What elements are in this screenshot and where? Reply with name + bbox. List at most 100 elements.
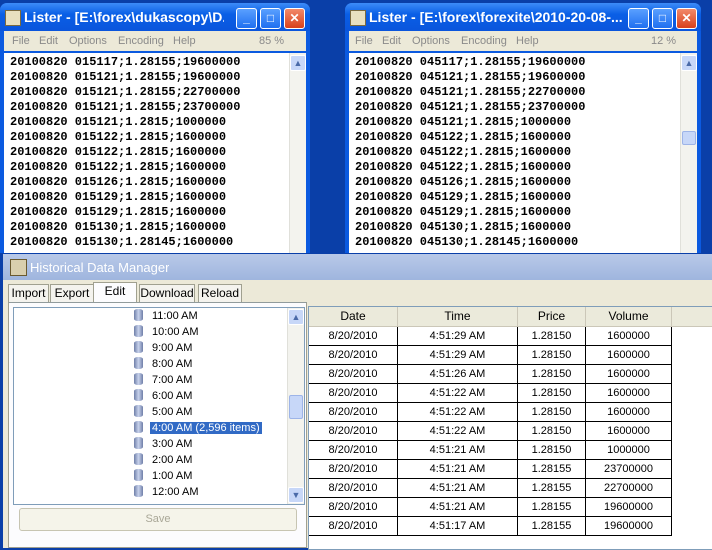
minimize-button[interactable]: _ [236, 8, 257, 29]
tab-edit[interactable]: Edit [93, 282, 137, 303]
table-row[interactable]: 8/20/2010 4:51:26 AM 1.28150 1600000 [309, 365, 712, 384]
tree-scrollbar[interactable]: ▲ ▼ [287, 308, 304, 504]
lister-right-content[interactable]: 20100820 045117;1.28155;19600000 20100820… [349, 53, 697, 253]
tree-node[interactable]: 5:00 AM [134, 404, 194, 420]
table-cell: 1600000 [586, 327, 672, 346]
tab-download[interactable]: Download [139, 284, 195, 302]
table-row[interactable]: 8/20/2010 4:51:22 AM 1.28150 1600000 [309, 422, 712, 441]
table-cell: 1.28155 [518, 517, 586, 536]
table-cell: 22700000 [586, 479, 672, 498]
scroll-thumb[interactable] [682, 131, 696, 145]
menu-file[interactable]: File [12, 35, 30, 47]
tree-node[interactable]: 2:00 AM [134, 452, 194, 468]
table-cell: 1600000 [586, 346, 672, 365]
lister-left-titlebar[interactable]: Lister - [E:\forex\dukascopy\D... _ □ ✕ [0, 3, 310, 31]
tree-node-label: 7:00 AM [152, 374, 193, 386]
menu-file[interactable]: File [355, 35, 373, 47]
table-row[interactable]: 8/20/2010 4:51:29 AM 1.28150 1600000 [309, 346, 712, 365]
tree-node[interactable]: 8:00 AM [134, 356, 194, 372]
scroll-up-arrow-icon[interactable]: ▲ [288, 309, 304, 325]
table-row[interactable]: 8/20/2010 4:51:21 AM 1.28155 23700000 [309, 460, 712, 479]
table-row[interactable]: 8/20/2010 4:51:29 AM 1.28150 1600000 [309, 327, 712, 346]
close-button[interactable]: ✕ [284, 8, 305, 29]
table-row[interactable]: 8/20/2010 4:51:22 AM 1.28150 1600000 [309, 384, 712, 403]
menu-help[interactable]: Help [516, 35, 539, 47]
tree-node[interactable]: 7:00 AM [134, 372, 194, 388]
tree-node[interactable]: 6:00 AM [134, 388, 194, 404]
lister-app-icon [350, 10, 366, 26]
table-row[interactable]: 8/20/2010 4:51:21 AM 1.28155 22700000 [309, 479, 712, 498]
text-line: 20100820 045122;1.2815;1600000 [355, 145, 572, 159]
hdm-titlebar[interactable]: Historical Data Manager [3, 254, 712, 280]
menu-encoding[interactable]: Encoding [461, 35, 507, 47]
maximize-button[interactable]: □ [260, 8, 281, 29]
lister-right-title: Lister - [E:\forex\forexite\2010-20-08-.… [369, 9, 623, 25]
save-button[interactable]: Save [19, 508, 297, 531]
table-cell: 1600000 [586, 422, 672, 441]
table-cell: 1.28150 [518, 365, 586, 384]
table-cell: 1.28155 [518, 479, 586, 498]
table-cell: 1.28155 [518, 498, 586, 517]
table-cell: 8/20/2010 [309, 479, 398, 498]
menu-edit[interactable]: Edit [382, 35, 401, 47]
tree-node[interactable]: 11:00 AM [134, 308, 200, 324]
column-header-volume[interactable]: Volume [586, 307, 672, 326]
table-cell: 4:51:21 AM [398, 498, 518, 517]
table-cell: 8/20/2010 [309, 422, 398, 441]
scroll-down-arrow-icon[interactable]: ▼ [288, 487, 304, 503]
data-grid[interactable]: Date Time Price Volume 8/20/2010 4:51:29 … [308, 306, 712, 550]
database-icon [134, 325, 143, 338]
menu-help[interactable]: Help [173, 35, 196, 47]
tree-node[interactable]: 1:00 AM [134, 468, 194, 484]
tab-reload[interactable]: Reload [198, 284, 242, 302]
tree-node[interactable]: 12:00 AM [134, 484, 200, 500]
minimize-button[interactable]: _ [628, 8, 649, 29]
lister-left-text: 20100820 015117;1.28155;19600000 20100820… [10, 55, 240, 250]
lister-left-content[interactable]: 20100820 015117;1.28155;19600000 20100820… [4, 53, 306, 253]
lister-left-menubar: File Edit Options Encoding Help 85 % [4, 31, 306, 51]
scroll-thumb[interactable] [289, 395, 303, 419]
text-line: 20100820 015130;1.2815;1600000 [10, 220, 227, 234]
tree-node[interactable]: 9:00 AM [134, 340, 194, 356]
lister-right-scrollbar[interactable]: ▲ [680, 53, 697, 253]
menu-encoding[interactable]: Encoding [118, 35, 164, 47]
lister-right-titlebar[interactable]: Lister - [E:\forex\forexite\2010-20-08-.… [345, 3, 701, 31]
table-cell: 4:51:29 AM [398, 346, 518, 365]
tree-node[interactable]: 4:00 AM (2,596 items) [134, 420, 262, 436]
menu-options[interactable]: Options [69, 35, 107, 47]
menu-edit[interactable]: Edit [39, 35, 58, 47]
data-tree[interactable]: ▲ ▼ 11:00 AM 10:00 AM 9:00 AM 8:00 AM 7:00 A… [13, 307, 305, 505]
table-cell: 19600000 [586, 498, 672, 517]
maximize-button[interactable]: □ [652, 8, 673, 29]
table-row[interactable]: 8/20/2010 4:51:17 AM 1.28155 19600000 [309, 517, 712, 536]
table-cell: 8/20/2010 [309, 384, 398, 403]
tab-import[interactable]: Import [8, 284, 49, 302]
database-icon [134, 469, 143, 482]
scroll-up-arrow-icon[interactable]: ▲ [290, 55, 306, 71]
database-icon [134, 341, 143, 354]
close-button[interactable]: ✕ [676, 8, 697, 29]
column-header-date[interactable]: Date [309, 307, 398, 326]
table-row[interactable]: 8/20/2010 4:51:21 AM 1.28150 1000000 [309, 441, 712, 460]
table-cell: 19600000 [586, 517, 672, 536]
text-line: 20100820 045129;1.2815;1600000 [355, 190, 572, 204]
lister-window-left: Lister - [E:\forex\dukascopy\D... _ □ ✕ … [0, 3, 310, 253]
tree-node[interactable]: 10:00 AM [134, 324, 200, 340]
column-header-time[interactable]: Time [398, 307, 518, 326]
database-icon [134, 309, 143, 322]
tree-node[interactable]: 3:00 AM [134, 436, 194, 452]
lister-app-icon [5, 10, 21, 26]
table-cell: 8/20/2010 [309, 498, 398, 517]
tree-node-label: 2:00 AM [152, 454, 193, 466]
tree-node-label: 9:00 AM [152, 342, 193, 354]
scroll-up-arrow-icon[interactable]: ▲ [681, 55, 697, 71]
menu-options[interactable]: Options [412, 35, 450, 47]
table-row[interactable]: 8/20/2010 4:51:21 AM 1.28155 19600000 [309, 498, 712, 517]
tab-export[interactable]: Export [50, 284, 94, 302]
table-row[interactable]: 8/20/2010 4:51:22 AM 1.28150 1600000 [309, 403, 712, 422]
historical-data-manager-window: Historical Data Manager Import Export Ed… [3, 254, 712, 550]
column-header-price[interactable]: Price [518, 307, 586, 326]
lister-left-title: Lister - [E:\forex\dukascopy\D... [24, 9, 224, 25]
lister-left-scrollbar[interactable]: ▲ [289, 53, 306, 253]
database-icon [134, 485, 143, 498]
